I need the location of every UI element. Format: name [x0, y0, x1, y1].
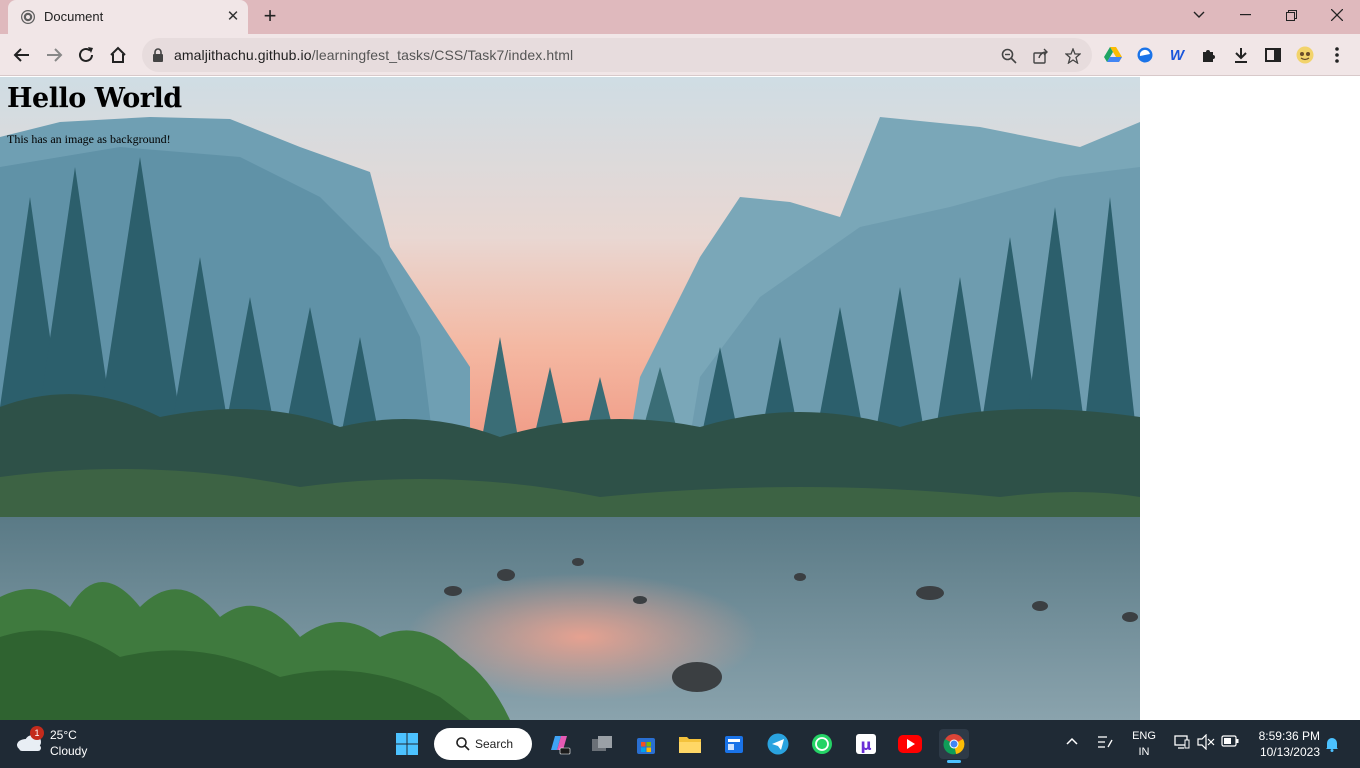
weather-widget[interactable]: 1 25°C Cloudy	[16, 726, 106, 762]
weather-badge: 1	[30, 726, 44, 740]
news-app-icon[interactable]	[719, 729, 749, 759]
bookmark-star-icon[interactable]	[1064, 47, 1082, 65]
windows-taskbar: 1 25°C Cloudy Search μ ENG IN 8:59:36 PM…	[0, 720, 1360, 768]
menu-kebab-icon[interactable]	[1328, 46, 1346, 64]
battery-icon[interactable]	[1221, 735, 1239, 750]
tab-strip: Document ✕ +	[0, 0, 1360, 34]
svg-text:μ: μ	[860, 736, 871, 754]
extensions-puzzle-icon[interactable]	[1200, 46, 1218, 64]
close-window-button[interactable]	[1314, 0, 1360, 30]
copilot-icon[interactable]	[544, 729, 574, 759]
tab-search-chevron-icon[interactable]	[1176, 0, 1222, 30]
volume-muted-icon[interactable]	[1197, 733, 1215, 753]
active-app-indicator	[947, 760, 961, 763]
back-button[interactable]	[10, 43, 34, 67]
edge-extension-icon[interactable]	[1136, 46, 1154, 64]
network-icon[interactable]	[1174, 734, 1190, 753]
taskbar-search[interactable]: Search	[434, 728, 532, 760]
browser-toolbar: amaljithachu.github.io/learningfest_task…	[0, 34, 1360, 76]
zoom-icon[interactable]	[1000, 47, 1018, 65]
weather-temp: 25°C	[50, 728, 77, 742]
background-landscape-image	[0, 77, 1140, 720]
minimize-button[interactable]	[1222, 0, 1268, 30]
close-tab-icon[interactable]: ✕	[224, 8, 242, 26]
file-explorer-icon[interactable]	[675, 729, 705, 759]
language-region: IN	[1138, 746, 1150, 758]
search-icon	[456, 737, 470, 756]
globe-icon	[20, 9, 36, 25]
task-view-icon[interactable]	[587, 729, 617, 759]
page-viewport: Hello World This has an image as backgro…	[0, 77, 1360, 720]
pen-menu-icon[interactable]	[1097, 734, 1113, 753]
url-host: amaljithachu.github.io	[174, 47, 312, 63]
system-clock[interactable]: 8:59:36 PM 10/13/2023	[1250, 728, 1320, 760]
page-paragraph: This has an image as background!	[7, 132, 171, 146]
download-icon[interactable]	[1232, 46, 1250, 64]
w-extension-icon[interactable]: W	[1168, 46, 1186, 64]
microsoft-store-icon[interactable]	[631, 729, 661, 759]
url-path: /learningfest_tasks/CSS/Task7/index.html	[311, 47, 574, 63]
language-code: ENG	[1132, 730, 1156, 742]
lock-icon[interactable]	[152, 48, 164, 67]
telegram-icon[interactable]	[763, 729, 793, 759]
url-text: amaljithachu.github.io/learningfest_task…	[174, 47, 573, 63]
start-windows-icon[interactable]	[392, 729, 422, 759]
youtube-icon[interactable]	[895, 729, 925, 759]
whatsapp-icon[interactable]	[807, 729, 837, 759]
search-label: Search	[475, 737, 514, 751]
tab-title: Document	[44, 9, 104, 24]
clock-date: 10/13/2023	[1259, 745, 1320, 759]
new-tab-button[interactable]: +	[259, 5, 281, 27]
profile-avatar-icon[interactable]	[1296, 46, 1314, 64]
language-indicator[interactable]: ENG IN	[1130, 728, 1158, 760]
share-icon[interactable]	[1032, 47, 1050, 65]
show-hidden-icons-chevron[interactable]	[1066, 734, 1078, 748]
chrome-taskbar-icon[interactable]	[939, 729, 969, 763]
home-button[interactable]	[106, 43, 130, 67]
notification-bell-icon[interactable]	[1325, 736, 1339, 755]
page-content: Hello World This has an image as backgro…	[7, 83, 182, 147]
reload-button[interactable]	[74, 43, 98, 67]
mu-app-icon[interactable]: μ	[851, 729, 881, 759]
weather-condition: Cloudy	[50, 744, 88, 758]
clock-time: 8:59:36 PM	[1258, 729, 1320, 743]
google-drive-icon[interactable]	[1104, 46, 1122, 64]
tab-document[interactable]: Document ✕	[8, 0, 248, 34]
page-heading: Hello World	[7, 83, 182, 114]
address-bar[interactable]: amaljithachu.github.io/learningfest_task…	[142, 38, 1092, 72]
side-panel-icon[interactable]	[1264, 46, 1282, 64]
restore-button[interactable]	[1268, 0, 1314, 30]
forward-button[interactable]	[42, 43, 66, 67]
